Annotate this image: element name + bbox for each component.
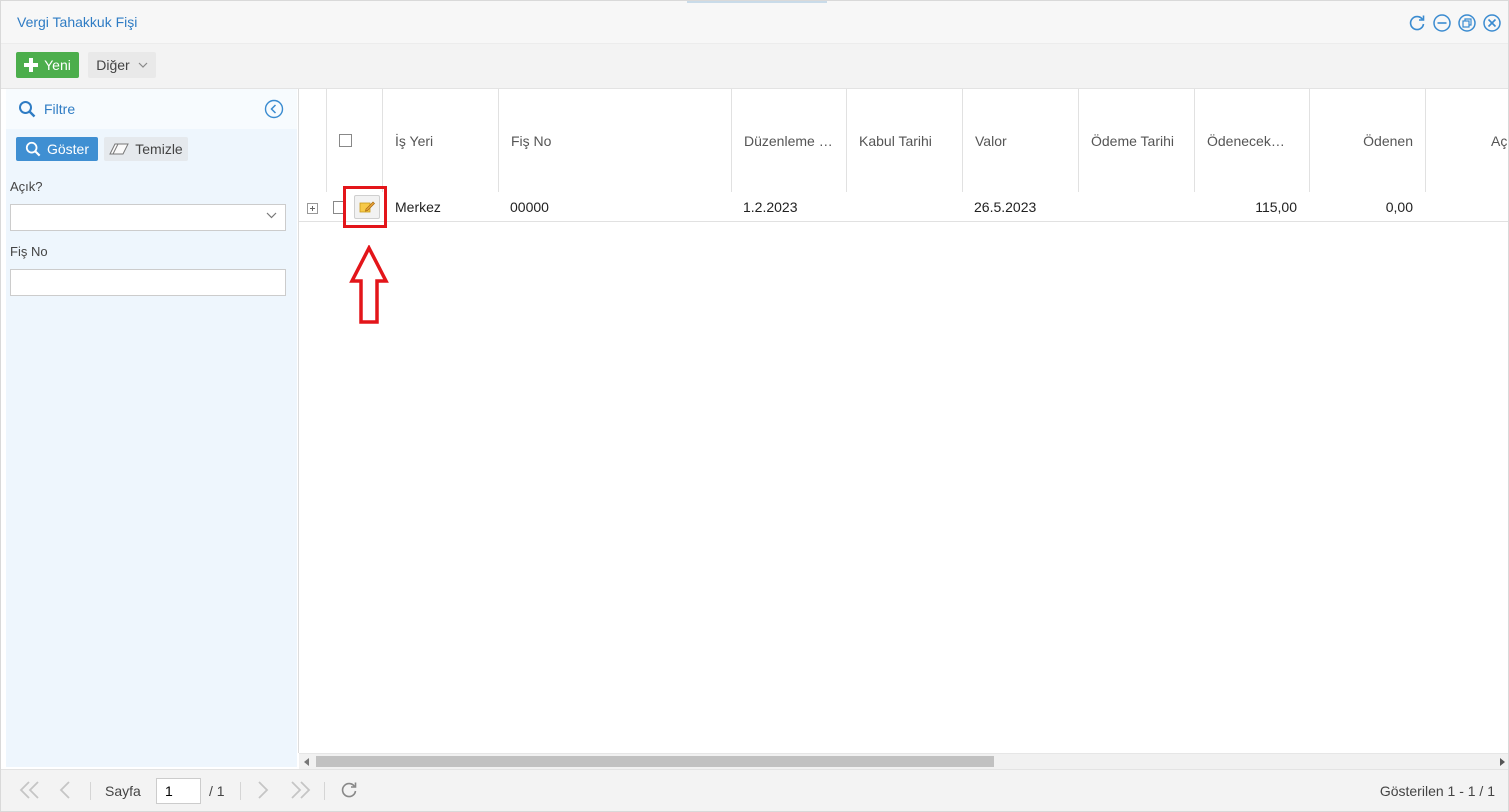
search-icon xyxy=(25,141,41,157)
minimize-icon[interactable] xyxy=(1432,13,1452,33)
cell-accept-date xyxy=(846,193,962,221)
filter-header: Filtre xyxy=(6,89,297,129)
cell-payable: 115,00 xyxy=(1255,199,1297,215)
page-number-input[interactable] xyxy=(156,778,201,804)
title-bar: Vergi Tahakkuk Fişi xyxy=(1,1,1508,44)
collapse-panel-icon[interactable] xyxy=(264,99,284,119)
title-accent-line xyxy=(687,1,827,3)
total-pages: / 1 xyxy=(209,783,225,799)
displayed-records-info: Gösterilen 1 - 1 / 1 xyxy=(1379,783,1495,799)
horizontal-scrollbar[interactable] xyxy=(299,753,1508,769)
column-header-payable[interactable]: Ödenecek… xyxy=(1194,89,1309,192)
up-arrow-annotation xyxy=(349,245,389,324)
next-page-icon[interactable] xyxy=(256,780,270,800)
previous-page-icon[interactable] xyxy=(58,780,72,800)
column-header-valor[interactable]: Valor xyxy=(962,89,1078,192)
cell-workplace: Merkez xyxy=(395,199,441,215)
column-header-payment-date[interactable]: Ödeme Tarihi xyxy=(1078,89,1194,192)
scrollbar-thumb[interactable] xyxy=(316,756,994,767)
new-button[interactable]: Yeni xyxy=(16,52,79,78)
search-icon xyxy=(19,101,36,118)
cell-payment-date xyxy=(1078,193,1194,221)
pager-divider xyxy=(324,782,325,800)
last-page-icon[interactable] xyxy=(289,780,313,800)
pagination-bar: Sayfa / 1 Gösterilen 1 - 1 / 1 xyxy=(1,769,1508,811)
scroll-right-icon[interactable] xyxy=(1500,758,1505,766)
filter-title-label: Filtre xyxy=(44,101,76,117)
show-button-label: Göster xyxy=(46,141,89,157)
table-row[interactable]: Merkez 00000 1.2.2023 26.5.2023 115,00 0… xyxy=(299,193,1508,222)
first-page-icon[interactable] xyxy=(18,780,42,800)
refresh-icon[interactable] xyxy=(1407,13,1427,33)
column-header-receipt-no[interactable]: Fiş No xyxy=(498,89,731,192)
cell-receipt-no: 00000 xyxy=(510,199,549,215)
pager-divider xyxy=(240,782,241,800)
expand-row-icon[interactable] xyxy=(307,203,318,214)
select-all-checkbox[interactable] xyxy=(339,134,352,147)
other-dropdown-button[interactable]: Diğer xyxy=(88,52,156,78)
clear-button-label: Temizle xyxy=(135,141,183,157)
open-label: Açık? xyxy=(10,179,43,194)
chevron-down-icon xyxy=(266,212,277,219)
receipt-no-label: Fiş No xyxy=(10,244,48,259)
page-label: Sayfa xyxy=(105,783,141,799)
plus-icon xyxy=(24,58,39,72)
cell-valor: 26.5.2023 xyxy=(974,199,1037,215)
show-button[interactable]: Göster xyxy=(16,137,98,161)
data-grid: İş Yeri Fiş No Düzenleme … Kabul Tarihi … xyxy=(298,89,1508,753)
cell-paid: 0,00 xyxy=(1385,199,1413,215)
reload-icon[interactable] xyxy=(339,780,359,800)
close-icon[interactable] xyxy=(1482,13,1502,33)
vergi-tahakkuk-window: Vergi Tahakkuk Fişi Yeni Diğer Filtre Gö… xyxy=(0,0,1509,812)
window-controls xyxy=(1407,13,1502,33)
filter-panel: Filtre Göster Temizle Açık? Fiş No xyxy=(6,89,297,767)
open-select[interactable] xyxy=(10,204,286,231)
grid-header: İş Yeri Fiş No Düzenleme … Kabul Tarihi … xyxy=(299,89,1508,192)
column-header-accept-date[interactable]: Kabul Tarihi xyxy=(846,89,962,192)
column-header-workplace[interactable]: İş Yeri xyxy=(382,89,498,192)
column-header-issue-date[interactable]: Düzenleme … xyxy=(731,89,846,192)
cell-open: 115 xyxy=(1425,193,1508,221)
receipt-no-field[interactable] xyxy=(10,269,286,296)
receipt-no-input[interactable] xyxy=(11,270,285,295)
chevron-down-icon xyxy=(138,62,148,68)
edit-button-highlight xyxy=(343,186,387,228)
window-title: Vergi Tahakkuk Fişi xyxy=(17,14,138,30)
restore-icon[interactable] xyxy=(1457,13,1477,33)
new-button-label: Yeni xyxy=(44,57,71,73)
other-button-label: Diğer xyxy=(96,57,130,73)
cell-issue-date: 1.2.2023 xyxy=(743,199,798,215)
eraser-icon xyxy=(109,143,130,155)
pager-divider xyxy=(90,782,91,800)
select-all-header xyxy=(326,89,382,192)
scroll-left-icon[interactable] xyxy=(304,758,309,766)
clear-button[interactable]: Temizle xyxy=(104,137,188,161)
column-header-paid[interactable]: Ödenen xyxy=(1309,89,1425,192)
column-header-open[interactable]: Açıl xyxy=(1425,89,1508,192)
toolbar: Yeni Diğer xyxy=(1,44,1508,89)
filter-title: Filtre xyxy=(18,100,75,118)
